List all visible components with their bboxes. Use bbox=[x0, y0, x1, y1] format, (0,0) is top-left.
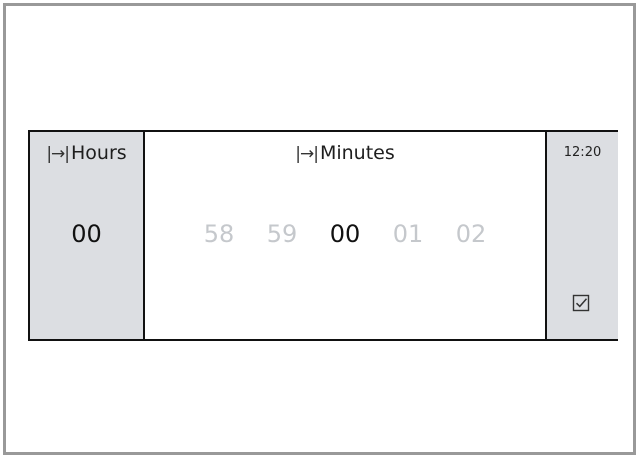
skip-to-end-icon: |→| bbox=[295, 144, 319, 164]
status-column: 12:20 bbox=[545, 132, 618, 339]
clock-time: 12:20 bbox=[563, 145, 602, 160]
hours-label: Hours bbox=[71, 142, 127, 164]
minute-option[interactable]: 02 bbox=[440, 220, 503, 248]
minutes-label: Minutes bbox=[319, 142, 395, 164]
minute-option[interactable]: 01 bbox=[377, 220, 440, 248]
minutes-scroller[interactable]: 58 59 00 01 02 bbox=[145, 220, 545, 248]
hours-column[interactable]: |→| Hours 00 bbox=[30, 132, 145, 339]
skip-to-end-icon: |→| bbox=[46, 144, 70, 164]
hours-value[interactable]: 00 bbox=[30, 220, 143, 248]
time-picker-panel: |→| Hours 00 |→| Minutes 58 59 00 01 02 12… bbox=[28, 130, 618, 341]
checkbox-checked-icon bbox=[572, 294, 590, 312]
minute-option-selected[interactable]: 00 bbox=[314, 220, 377, 248]
confirm-button[interactable] bbox=[571, 293, 591, 313]
minute-option[interactable]: 58 bbox=[188, 220, 251, 248]
minutes-header: |→| Minutes bbox=[145, 142, 545, 164]
hours-header: |→| Hours bbox=[30, 142, 143, 164]
minutes-column[interactable]: |→| Minutes 58 59 00 01 02 bbox=[145, 132, 545, 339]
screen-frame: |→| Hours 00 |→| Minutes 58 59 00 01 02 12… bbox=[3, 3, 636, 455]
minute-option[interactable]: 59 bbox=[251, 220, 314, 248]
